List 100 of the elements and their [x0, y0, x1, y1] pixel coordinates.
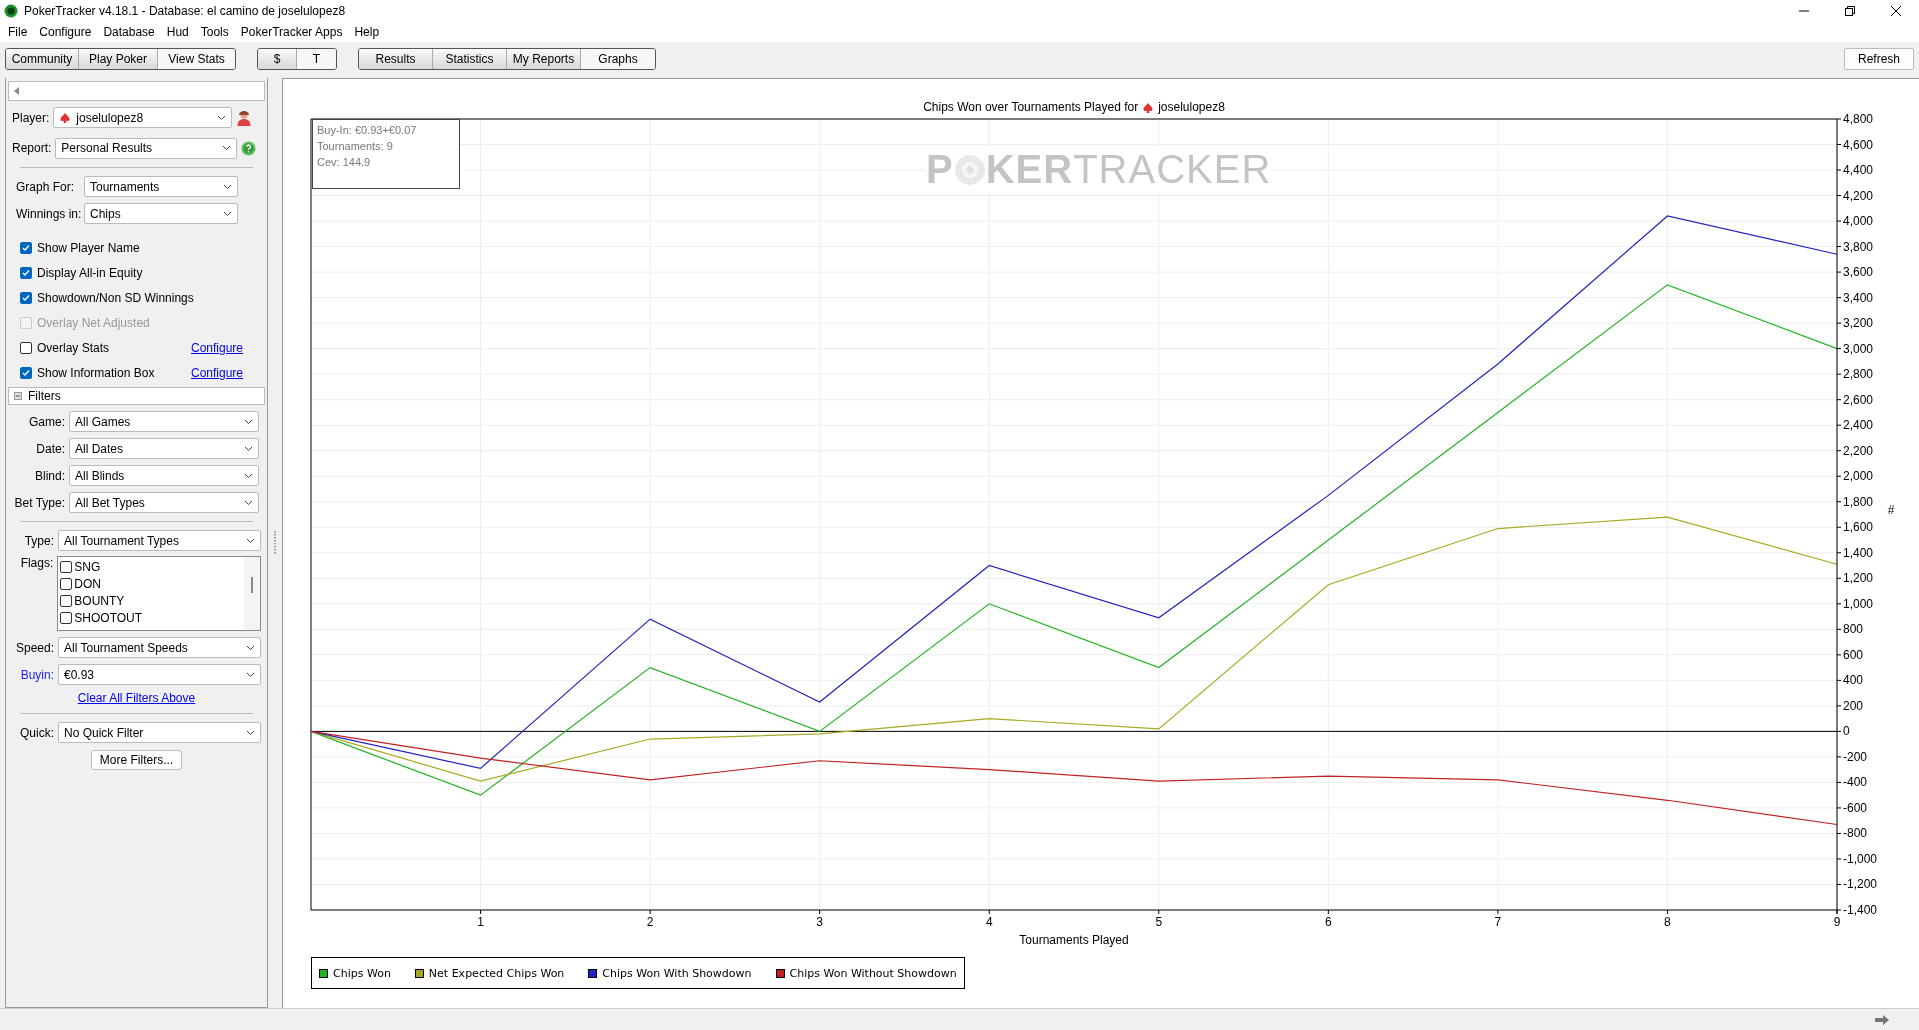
axis-label: 1,000	[1843, 596, 1874, 611]
refresh-button[interactable]: Refresh	[1844, 47, 1914, 70]
checkbox[interactable]	[60, 594, 73, 607]
configure-link[interactable]: Configure	[190, 340, 243, 355]
menu-item[interactable]: Database	[97, 24, 161, 39]
field-label: Graph For:	[16, 179, 76, 194]
checkbox[interactable]	[20, 241, 32, 254]
chip-icon	[953, 153, 986, 186]
axis-label: 4,600	[1843, 137, 1874, 152]
checkbox[interactable]	[20, 266, 32, 279]
menu-item[interactable]: Tools	[194, 24, 235, 39]
axis-label: 9	[1833, 915, 1841, 929]
nav-tab[interactable]: Play Poker	[79, 48, 158, 69]
menu-item[interactable]: Hud	[160, 24, 195, 39]
dropdown[interactable]: All Games	[69, 411, 259, 432]
filters-header[interactable]: Filters	[8, 387, 265, 405]
watermark-text: P	[926, 147, 954, 192]
more-filters-button[interactable]: More Filters...	[90, 750, 183, 770]
dropdown[interactable]: All Dates	[69, 438, 259, 459]
dropdown[interactable]: joselulopez8	[53, 107, 233, 128]
field-label: Game:	[28, 414, 65, 429]
checkbox[interactable]	[60, 611, 73, 624]
chevron-icon	[246, 644, 255, 651]
chevron-icon	[223, 210, 232, 217]
menu-item[interactable]: File	[2, 24, 34, 39]
axis-label: -600	[1843, 800, 1868, 815]
axis-label: 8	[1664, 915, 1671, 929]
field-label: Bet Type:	[13, 495, 65, 510]
spade-icon	[59, 111, 72, 124]
chevron-icon	[223, 183, 232, 190]
dropdown[interactable]: Chips	[84, 203, 238, 224]
axis-label: 3,600	[1843, 265, 1874, 280]
legend-label: Chips Won With Showdown	[602, 966, 752, 980]
configure-link[interactable]: Configure	[190, 365, 243, 380]
checkbox[interactable]	[60, 577, 73, 590]
window-title: PokerTracker v4.18.1 - Database: el camino de joselulopez8	[24, 3, 347, 18]
axis-label: 800	[1843, 622, 1864, 637]
chevron-icon	[244, 499, 253, 506]
chevron-icon	[246, 729, 255, 736]
currency-tab[interactable]: $	[258, 48, 297, 69]
view-tab[interactable]: Graphs	[581, 48, 655, 69]
checkbox-label: Overlay Net Adjusted	[37, 315, 151, 330]
dropdown[interactable]: All Bet Types	[69, 492, 259, 513]
checkbox[interactable]	[20, 291, 32, 304]
watermark-text: TRACKER	[1073, 147, 1272, 192]
filters-label: Filters	[28, 389, 61, 403]
dropdown[interactable]: No Quick Filter	[58, 722, 261, 743]
view-tab[interactable]: Statistics	[433, 48, 507, 69]
axis-label: 5	[1155, 915, 1163, 929]
nav-tab[interactable]: Community	[6, 48, 79, 69]
axis-label: 7	[1494, 915, 1502, 929]
axis-label: 2,200	[1843, 443, 1874, 458]
info-text: Cev: 144.9	[317, 156, 372, 168]
axis-label: 2,800	[1843, 367, 1874, 382]
dropdown[interactable]: Personal Results	[55, 137, 238, 159]
dropdown[interactable]: All Blinds	[69, 465, 259, 486]
checkbox-label: SHOOTOUT	[74, 610, 144, 625]
dropdown[interactable]: Tournaments	[84, 176, 238, 197]
view-tab[interactable]: Results	[359, 48, 433, 69]
help-icon	[241, 140, 257, 156]
menu-item[interactable]: PokerTracker Apps	[234, 24, 349, 39]
axis-label: -800	[1843, 826, 1868, 841]
x-axis-title: Tournaments Played	[1019, 933, 1129, 947]
y-axis-title: #	[1887, 503, 1895, 517]
currency-tab[interactable]: T	[297, 48, 336, 69]
axis-label: 4,200	[1843, 188, 1874, 203]
checkbox-label: Show Information Box	[37, 365, 156, 380]
nav-tab[interactable]: View Stats	[158, 48, 235, 69]
axis-label: -1,400	[1843, 903, 1878, 917]
chevron-icon	[246, 671, 255, 678]
view-tab[interactable]: My Reports	[507, 48, 581, 69]
checkbox[interactable]	[20, 341, 32, 354]
scrollbar-thumb[interactable]	[251, 577, 253, 593]
legend-label: Chips Won	[333, 966, 391, 980]
chart-title: Chips Won over Tournaments Played for	[923, 100, 1139, 114]
axis-label: 3,800	[1843, 239, 1874, 254]
restore-icon	[1845, 5, 1855, 16]
axis-label: 4,400	[1843, 163, 1874, 178]
checkbox[interactable]	[20, 366, 32, 379]
axis-label: -1,200	[1843, 877, 1878, 892]
checkbox-label: Show Player Name	[37, 240, 141, 255]
checkbox[interactable]	[60, 560, 73, 573]
clear-filters-link[interactable]: Clear All Filters Above	[77, 691, 196, 705]
axis-label: 1,400	[1843, 545, 1874, 560]
arrow-icon	[1875, 1014, 1889, 1025]
axis-label: 200	[1843, 698, 1864, 713]
menu-item[interactable]: Help	[348, 24, 386, 39]
chevron-icon	[246, 537, 255, 544]
chevron-icon	[217, 114, 227, 121]
axis-label: 2,000	[1843, 469, 1874, 484]
axis-label: 4	[985, 915, 993, 929]
checkbox-label: BOUNTY	[74, 593, 126, 608]
axis-label: 2,600	[1843, 392, 1874, 407]
dropdown[interactable]: All Tournament Types	[58, 530, 261, 551]
field-label: Flags:	[19, 556, 54, 570]
dropdown[interactable]: All Tournament Speeds	[58, 637, 261, 658]
dropdown[interactable]: €0.93	[58, 664, 261, 685]
checkbox-label: SNG	[74, 559, 102, 574]
menu-item[interactable]: Configure	[33, 24, 98, 39]
splitter-handle[interactable]	[274, 530, 276, 556]
